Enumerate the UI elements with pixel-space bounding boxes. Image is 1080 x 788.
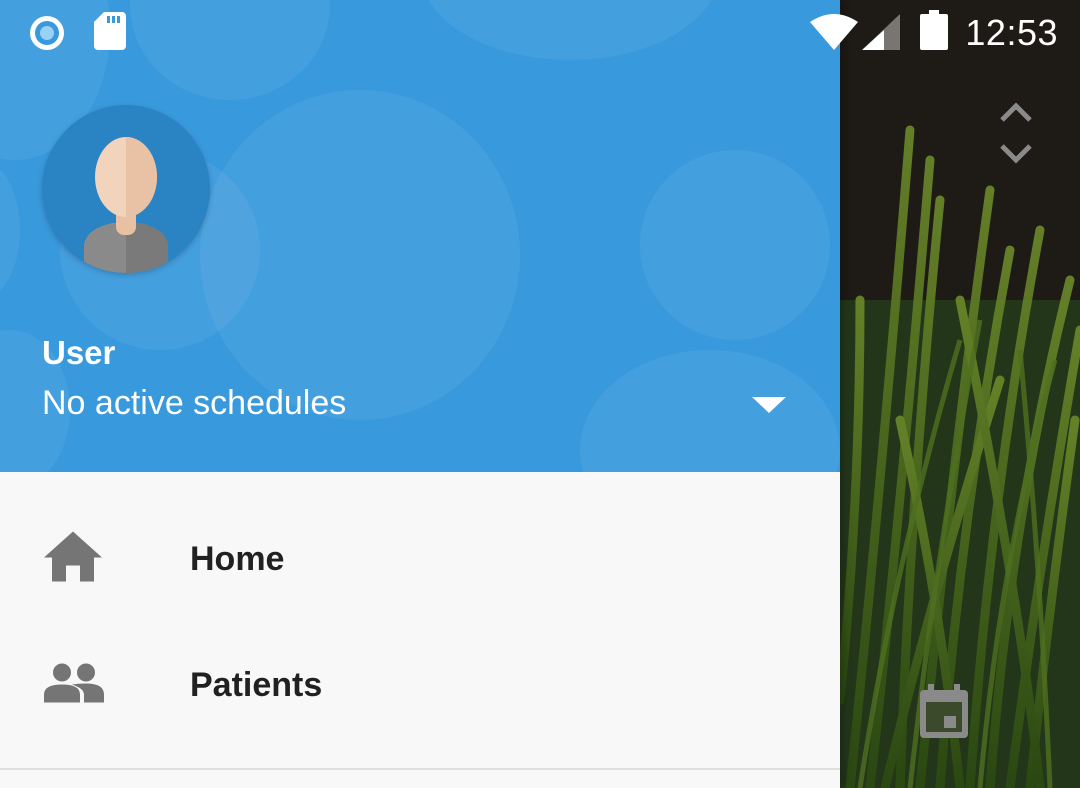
sync-circle-icon: [28, 14, 66, 57]
wifi-icon: [810, 14, 858, 55]
calendar-icon[interactable]: [918, 684, 970, 745]
menu-item-label: Patients: [190, 665, 323, 704]
menu-item-patients[interactable]: Patients: [0, 622, 840, 748]
user-avatar-icon: [84, 137, 168, 273]
scroll-arrows-icon[interactable]: [996, 100, 1036, 173]
dropdown-arrow-icon: [752, 397, 786, 413]
sd-card-icon: [94, 12, 126, 55]
avatar[interactable]: [42, 105, 210, 273]
status-bar: 12:53: [0, 0, 1080, 66]
signal-icon: [862, 14, 900, 55]
user-status: No active schedules: [42, 384, 347, 422]
home-icon: [44, 531, 102, 587]
menu-item-label: Home: [190, 539, 285, 578]
battery-icon: [920, 10, 948, 55]
navigation-drawer: User No active schedules Home Patients: [0, 0, 840, 788]
clock: 12:53: [965, 12, 1058, 53]
drawer-menu: Home Patients: [0, 496, 840, 748]
drawer-header: User No active schedules: [0, 0, 840, 472]
user-name: User: [42, 334, 116, 371]
grass-wallpaper-image: [840, 0, 1080, 788]
account-dropdown-button[interactable]: [744, 386, 794, 426]
divider: [0, 768, 840, 770]
people-icon: [44, 663, 104, 708]
menu-item-home[interactable]: Home: [0, 496, 840, 622]
